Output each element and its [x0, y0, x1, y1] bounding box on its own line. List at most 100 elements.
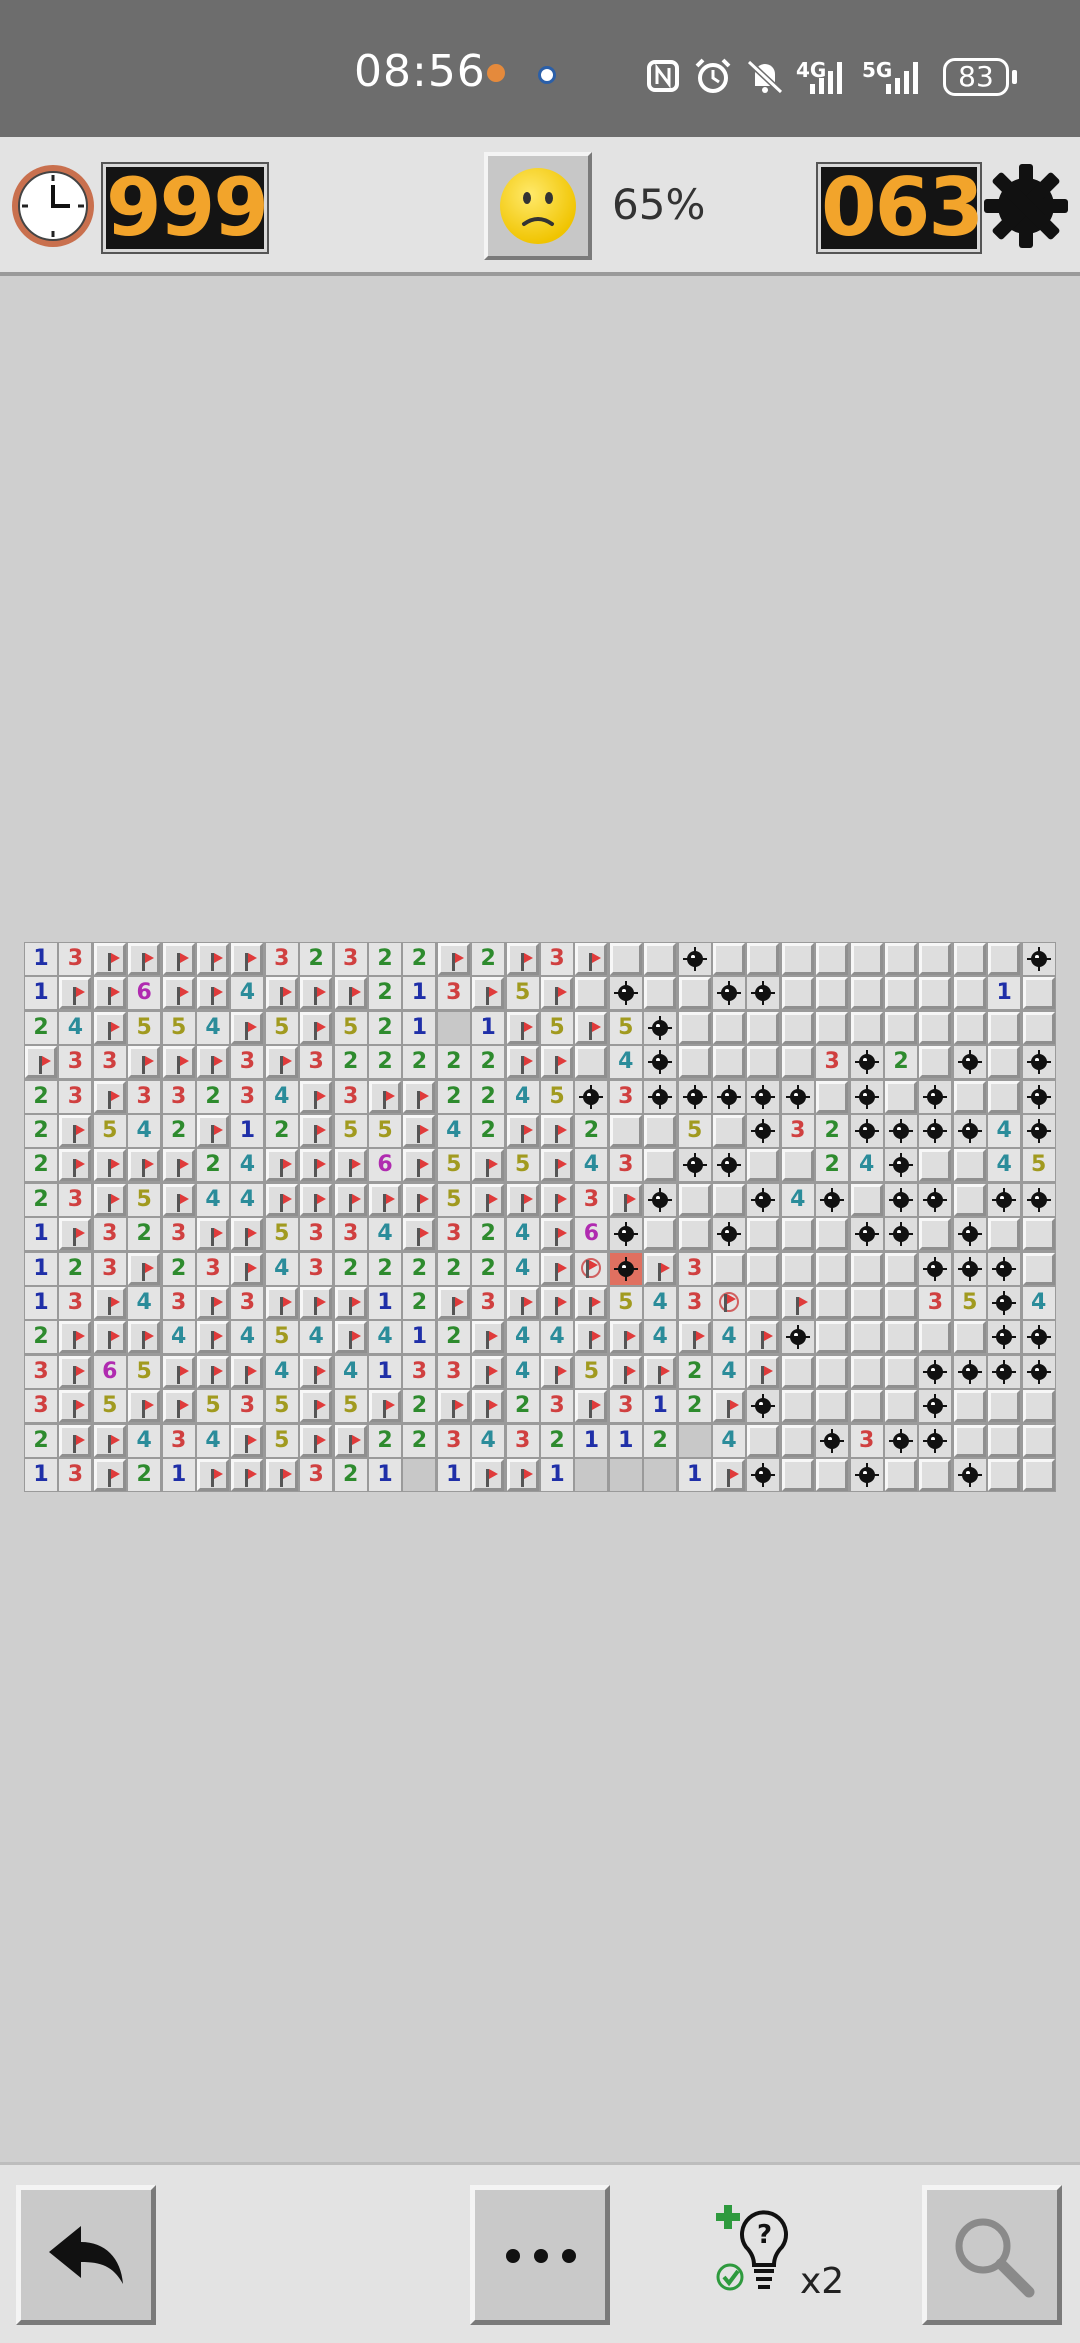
- cell-number[interactable]: 4: [59, 1011, 92, 1044]
- cell-flag[interactable]: [403, 1183, 436, 1216]
- cell-flag[interactable]: [128, 1321, 161, 1354]
- cell-flag[interactable]: [59, 1149, 92, 1182]
- cell-number[interactable]: 2: [369, 977, 401, 1010]
- cell-number[interactable]: 2: [369, 1046, 401, 1079]
- cell-covered[interactable]: [988, 943, 1021, 975]
- cell-number[interactable]: 3: [609, 1390, 642, 1423]
- cell-number[interactable]: 1: [472, 1011, 505, 1044]
- cell-flag[interactable]: [93, 943, 126, 975]
- cell-number[interactable]: 3: [25, 1390, 57, 1423]
- cell-number[interactable]: 2: [265, 1115, 298, 1147]
- cell-number[interactable]: 4: [231, 1149, 264, 1182]
- cell-mine[interactable]: [919, 1252, 952, 1285]
- cell-number[interactable]: 3: [231, 1080, 264, 1113]
- cell-flag[interactable]: [93, 1149, 126, 1182]
- cell-number[interactable]: 3: [781, 1115, 814, 1147]
- cell-flag[interactable]: [300, 1355, 333, 1388]
- cell-flag[interactable]: [162, 1046, 195, 1079]
- cell-covered[interactable]: [713, 1011, 745, 1044]
- cell-flag[interactable]: [506, 1287, 539, 1319]
- cell-covered[interactable]: [885, 1252, 917, 1285]
- cell-number[interactable]: 5: [162, 1011, 195, 1044]
- cell-flag[interactable]: [472, 1390, 505, 1423]
- cell-covered[interactable]: [816, 1252, 849, 1285]
- cell-wrong-flag[interactable]: [575, 1252, 608, 1285]
- cell-covered[interactable]: [816, 1390, 849, 1423]
- cell-covered[interactable]: [850, 943, 883, 975]
- cell-number[interactable]: 3: [59, 1183, 92, 1216]
- cell-flag[interactable]: [231, 1011, 264, 1044]
- cell-flag[interactable]: [162, 1390, 195, 1423]
- cell-covered[interactable]: [781, 943, 814, 975]
- cell-flag[interactable]: [506, 1183, 539, 1216]
- cell-covered[interactable]: [781, 1046, 814, 1079]
- cell-covered[interactable]: [988, 1390, 1021, 1423]
- cell-flag[interactable]: [162, 977, 195, 1010]
- cell-number[interactable]: 3: [506, 1424, 539, 1457]
- cell-number[interactable]: 2: [369, 943, 401, 975]
- cell-mine[interactable]: [953, 1046, 986, 1079]
- cell-covered[interactable]: [988, 1046, 1021, 1079]
- cell-number[interactable]: 3: [300, 1252, 333, 1285]
- cell-number[interactable]: 5: [128, 1183, 161, 1216]
- cell-covered[interactable]: [781, 1390, 814, 1423]
- cell-number[interactable]: 5: [541, 1011, 573, 1044]
- cell-empty[interactable]: [644, 1459, 677, 1491]
- cell-covered[interactable]: [885, 1390, 917, 1423]
- cell-flag[interactable]: [231, 1459, 264, 1491]
- cell-number[interactable]: 2: [403, 1424, 436, 1457]
- cell-flag[interactable]: [59, 1355, 92, 1388]
- cell-number[interactable]: 4: [541, 1321, 573, 1354]
- cell-number[interactable]: 4: [506, 1355, 539, 1388]
- cell-covered[interactable]: [781, 977, 814, 1010]
- cell-number[interactable]: 4: [128, 1115, 161, 1147]
- cell-flag[interactable]: [781, 1287, 814, 1319]
- cell-number[interactable]: 4: [265, 1355, 298, 1388]
- cell-number[interactable]: 4: [231, 1321, 264, 1354]
- cell-number[interactable]: 2: [472, 1046, 505, 1079]
- cell-flag[interactable]: [541, 1355, 573, 1388]
- cell-number[interactable]: 3: [93, 1218, 126, 1251]
- cell-flag[interactable]: [334, 1287, 367, 1319]
- cell-number[interactable]: 4: [265, 1080, 298, 1113]
- cell-mine[interactable]: [575, 1080, 608, 1113]
- cell-number[interactable]: 3: [197, 1252, 229, 1285]
- cell-covered[interactable]: [747, 1218, 780, 1251]
- cell-number[interactable]: 4: [988, 1149, 1021, 1182]
- cell-number[interactable]: 2: [59, 1252, 92, 1285]
- cell-covered[interactable]: [644, 943, 677, 975]
- cell-covered[interactable]: [850, 977, 883, 1010]
- cell-covered[interactable]: [919, 1149, 952, 1182]
- cell-number[interactable]: 2: [197, 1149, 229, 1182]
- cell-mine[interactable]: [850, 1115, 883, 1147]
- cell-number[interactable]: 2: [25, 1080, 57, 1113]
- cell-number[interactable]: 2: [334, 1046, 367, 1079]
- cell-number[interactable]: 1: [25, 1287, 57, 1319]
- cell-covered[interactable]: [953, 943, 986, 975]
- cell-number[interactable]: 1: [25, 1459, 57, 1491]
- cell-mine[interactable]: [988, 1321, 1021, 1354]
- cell-flag[interactable]: [265, 1287, 298, 1319]
- cell-number[interactable]: 4: [472, 1424, 505, 1457]
- cell-flag[interactable]: [541, 1115, 573, 1147]
- cell-covered[interactable]: [781, 1149, 814, 1182]
- cell-number[interactable]: 5: [575, 1355, 608, 1388]
- cell-number[interactable]: 5: [506, 977, 539, 1010]
- cell-covered[interactable]: [953, 1321, 986, 1354]
- cell-covered[interactable]: [644, 1115, 677, 1147]
- cell-mine[interactable]: [1022, 1080, 1055, 1113]
- cell-number[interactable]: 2: [369, 1252, 401, 1285]
- cell-number[interactable]: 2: [25, 1424, 57, 1457]
- minefield-board[interactable]: 1332322231642135124554552115533332222243…: [24, 942, 1056, 1492]
- cell-flag[interactable]: [575, 943, 608, 975]
- cell-number[interactable]: 2: [644, 1424, 677, 1457]
- cell-number[interactable]: 4: [850, 1149, 883, 1182]
- cell-flag[interactable]: [128, 943, 161, 975]
- cell-number[interactable]: 4: [713, 1321, 745, 1354]
- cell-number[interactable]: 6: [93, 1355, 126, 1388]
- cell-flag[interactable]: [506, 1459, 539, 1491]
- cell-flag[interactable]: [59, 1115, 92, 1147]
- cell-mine[interactable]: [644, 1183, 677, 1216]
- cell-number[interactable]: 4: [334, 1355, 367, 1388]
- cell-flag[interactable]: [541, 977, 573, 1010]
